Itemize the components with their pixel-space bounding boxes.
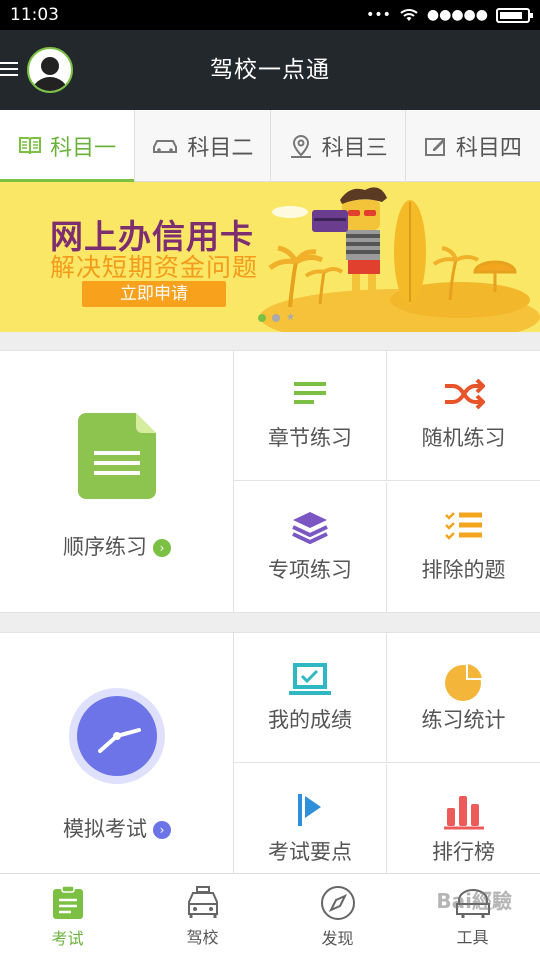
mock-exam-label: 模拟考试 › bbox=[0, 813, 234, 843]
tab-label: 科目四 bbox=[455, 135, 522, 161]
excluded-questions-label: 排除的题 bbox=[421, 558, 506, 582]
subject-tabs: 科目一 科目二 科目三 科目四 bbox=[0, 110, 540, 182]
tab-subject-2[interactable]: 科目二 bbox=[135, 110, 271, 181]
sequential-practice-label: 顺序练习 › bbox=[0, 531, 234, 561]
chapter-practice-label: 章节练习 bbox=[268, 426, 352, 450]
promo-banner[interactable]: 网上办信用卡 解决短期资金问题 立即申请 ★ bbox=[0, 182, 540, 332]
book-icon bbox=[19, 136, 42, 154]
layers-icon bbox=[292, 512, 328, 544]
status-time: 11:03 bbox=[10, 5, 59, 25]
mock-exam[interactable]: 模拟考试 › bbox=[0, 633, 234, 877]
compass-icon bbox=[320, 886, 355, 920]
checklist-icon bbox=[444, 512, 482, 540]
nav-exam-label: 考试 bbox=[51, 929, 84, 948]
leaderboard-label: 排行榜 bbox=[432, 840, 495, 864]
tab-subject-4[interactable]: 科目四 bbox=[406, 110, 540, 181]
tab-subject-1[interactable]: 科目一 bbox=[0, 110, 136, 182]
topic-practice[interactable]: 专项练习 bbox=[234, 482, 387, 612]
tab-subject-3[interactable]: 科目三 bbox=[271, 110, 406, 181]
taxi-icon bbox=[187, 886, 218, 918]
nav-tools-label: 工具 bbox=[456, 928, 489, 947]
nav-discover-label: 发现 bbox=[321, 929, 354, 948]
pie-chart-icon bbox=[444, 661, 484, 701]
sequential-practice-text: 顺序练习 bbox=[63, 535, 147, 559]
sequential-practice[interactable]: 顺序练习 › bbox=[0, 351, 234, 612]
practice-stats-label: 练习统计 bbox=[421, 708, 506, 732]
my-scores[interactable]: 我的成绩 bbox=[234, 633, 387, 763]
menu-icon[interactable] bbox=[0, 58, 18, 78]
map-pin-icon bbox=[290, 134, 311, 158]
list-icon bbox=[294, 382, 326, 404]
carousel-dot[interactable] bbox=[272, 314, 280, 322]
chevron-right-icon: › bbox=[153, 821, 171, 839]
flag-icon bbox=[298, 794, 321, 826]
star-icon[interactable]: ★ bbox=[286, 313, 295, 323]
nav-driving-school[interactable]: 驾校 bbox=[135, 874, 270, 960]
bar-chart-icon bbox=[443, 796, 484, 830]
excluded-questions[interactable]: 排除的题 bbox=[387, 482, 540, 612]
status-bar: 11:03 ••• ●●●●● bbox=[0, 0, 540, 30]
nav-discover[interactable]: 发现 bbox=[270, 874, 405, 960]
battery-icon bbox=[496, 7, 533, 23]
signal-dots: ••• bbox=[366, 7, 391, 23]
car-icon bbox=[153, 139, 178, 153]
apply-now-button[interactable]: 立即申请 bbox=[82, 281, 226, 307]
laptop-check-icon bbox=[289, 663, 331, 695]
carousel-dot[interactable] bbox=[258, 314, 266, 322]
nav-exam[interactable]: 考试 bbox=[0, 874, 135, 960]
carousel-dots[interactable]: ★ bbox=[258, 313, 295, 323]
status-icons: ••• ●●●●● bbox=[366, 7, 533, 23]
clipboard-icon bbox=[52, 885, 83, 919]
practice-stats[interactable]: 练习统计 bbox=[387, 633, 540, 763]
clock-icon bbox=[69, 688, 165, 784]
app-bar: 驾校一点通 bbox=[0, 30, 540, 110]
my-scores-label: 我的成绩 bbox=[268, 708, 352, 732]
document-icon bbox=[78, 413, 156, 499]
random-practice[interactable]: 随机练习 bbox=[387, 351, 540, 481]
chapter-practice[interactable]: 章节练习 bbox=[234, 351, 387, 481]
nav-driving-school-label: 驾校 bbox=[186, 928, 219, 947]
exam-key-points-label: 考试要点 bbox=[268, 840, 352, 864]
random-practice-label: 随机练习 bbox=[421, 426, 506, 450]
wifi-icon bbox=[400, 9, 418, 21]
practice-panel: 顺序练习 › 章节练习 随机练习 专项练习 排除的题 bbox=[0, 350, 540, 613]
avatar[interactable] bbox=[27, 47, 73, 93]
cell-signal: ●●●●● bbox=[426, 7, 488, 23]
topic-practice-label: 专项练习 bbox=[268, 558, 352, 582]
exam-panel: 模拟考试 › 我的成绩 练习统计 考试要点 排行榜 bbox=[0, 632, 540, 894]
mock-exam-text: 模拟考试 bbox=[63, 817, 147, 841]
chevron-right-icon: › bbox=[153, 539, 171, 557]
tab-label: 科目一 bbox=[50, 135, 117, 161]
beach-illustration bbox=[260, 187, 540, 332]
tab-label: 科目二 bbox=[187, 135, 254, 161]
tab-label: 科目三 bbox=[321, 135, 388, 161]
watermark: Bai經驗 bbox=[436, 889, 512, 913]
app-title: 驾校一点通 bbox=[210, 57, 330, 83]
banner-subtitle: 解决短期资金问题 bbox=[50, 253, 259, 282]
edit-icon bbox=[424, 137, 445, 156]
shuffle-icon bbox=[444, 379, 485, 409]
